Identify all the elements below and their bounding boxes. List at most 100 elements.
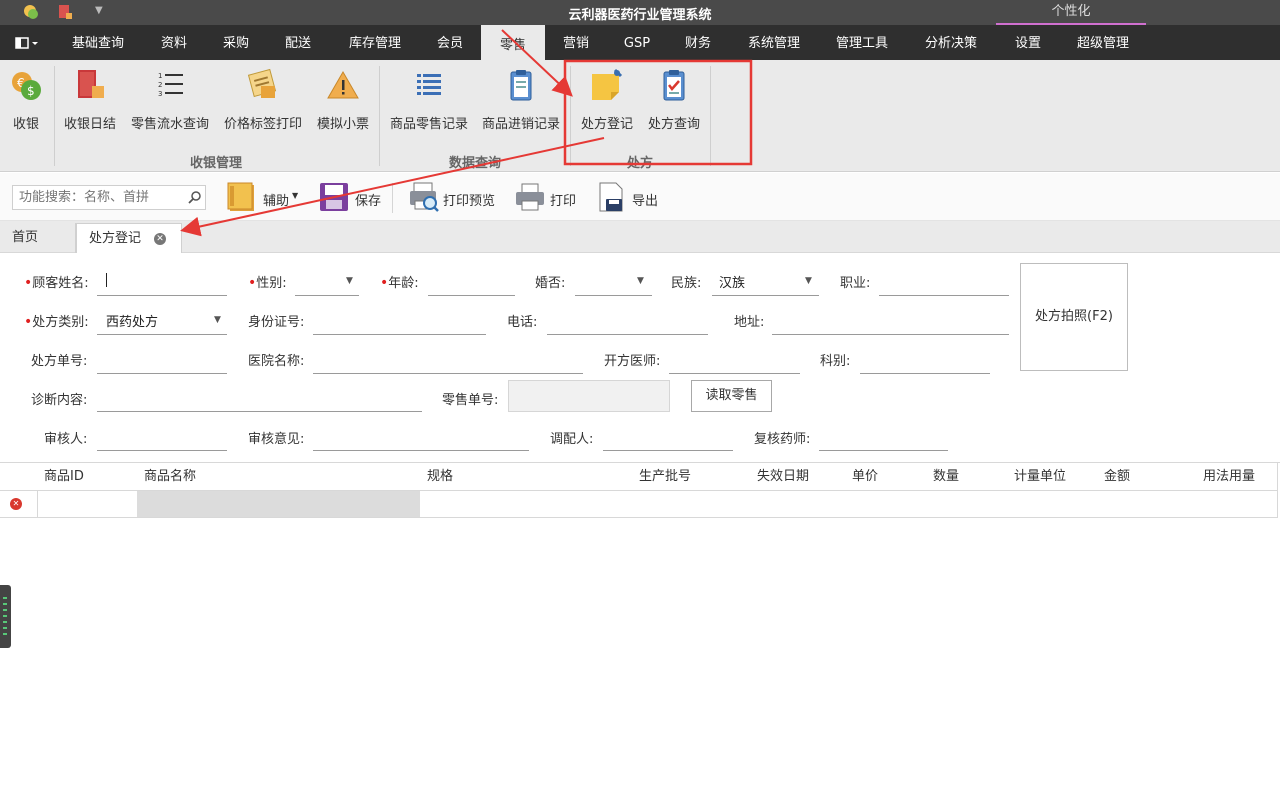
group-label-cash: 收银管理 bbox=[189, 156, 242, 171]
menu-delivery[interactable]: 配送 bbox=[272, 25, 324, 60]
menu-super-admin[interactable]: 超级管理 bbox=[1064, 25, 1142, 60]
review-opinion-input[interactable] bbox=[313, 450, 529, 451]
product-inout-record-button[interactable]: 商品进销记录 bbox=[478, 60, 564, 150]
assist-dropdown-icon: ▼ bbox=[292, 191, 299, 200]
dispenser-input[interactable] bbox=[603, 450, 733, 451]
tab-rx-register[interactable]: 处方登记 ✕ bbox=[76, 223, 182, 253]
menu-analysis[interactable]: 分析决策 bbox=[910, 25, 992, 60]
department-label: 科别: bbox=[820, 354, 851, 369]
product-retail-record-button[interactable]: 商品零售记录 bbox=[386, 60, 472, 150]
side-panel-handle[interactable] bbox=[0, 585, 11, 648]
save-button[interactable]: 保存 bbox=[318, 181, 384, 213]
col-amount[interactable]: 金额 bbox=[1097, 463, 1197, 491]
col-product-id[interactable]: 商品ID bbox=[37, 463, 138, 491]
app-menu-button[interactable] bbox=[10, 25, 44, 60]
rx-register-button[interactable]: 处方登记 bbox=[576, 60, 638, 150]
col-expiry-date[interactable]: 失效日期 bbox=[750, 463, 846, 491]
print-preview-button[interactable]: 打印预览 bbox=[408, 181, 498, 213]
cell-batch-number[interactable] bbox=[632, 491, 751, 518]
col-unit[interactable]: 计量单位 bbox=[1007, 463, 1098, 491]
rx-number-input[interactable] bbox=[97, 373, 227, 374]
menu-member[interactable]: 会员 bbox=[422, 25, 478, 60]
gender-select[interactable] bbox=[295, 295, 359, 296]
rx-query-button[interactable]: 处方查询 bbox=[644, 60, 704, 150]
handle-grip bbox=[3, 627, 7, 629]
price-label-print-button[interactable]: 价格标签打印 bbox=[220, 60, 306, 150]
ethnicity-value[interactable]: 汉族 bbox=[719, 272, 745, 291]
col-batch-number[interactable]: 生产批号 bbox=[632, 463, 751, 491]
cell-quantity[interactable] bbox=[926, 491, 1008, 518]
phone-input[interactable] bbox=[547, 334, 708, 335]
marital-label: 婚否: bbox=[535, 276, 566, 291]
svg-text:1: 1 bbox=[158, 72, 162, 80]
menu-purchase[interactable]: 采购 bbox=[210, 25, 262, 60]
col-quantity[interactable]: 数量 bbox=[926, 463, 1008, 491]
recheck-pharmacist-label: 复核药师: bbox=[754, 432, 811, 447]
tab-close-icon[interactable]: ✕ bbox=[154, 233, 166, 245]
menu-retail[interactable]: 零售 bbox=[481, 25, 545, 60]
rx-type-select[interactable] bbox=[97, 334, 227, 335]
col-spec[interactable]: 规格 bbox=[420, 463, 633, 491]
occupation-input[interactable] bbox=[879, 295, 1009, 296]
doctor-input[interactable] bbox=[669, 373, 800, 374]
tab-home[interactable]: 首页 bbox=[0, 223, 76, 253]
cell-product-id[interactable] bbox=[37, 491, 138, 518]
menu-system[interactable]: 系统管理 bbox=[734, 25, 814, 60]
read-retail-button[interactable]: 读取零售 bbox=[691, 380, 772, 412]
menu-tools[interactable]: 管理工具 bbox=[822, 25, 902, 60]
print-button[interactable]: 打印 bbox=[514, 181, 580, 213]
age-input[interactable] bbox=[428, 295, 515, 296]
rx-type-value[interactable]: 西药处方 bbox=[106, 311, 158, 330]
diagnosis-input[interactable] bbox=[97, 411, 422, 412]
cell-spec[interactable] bbox=[420, 491, 633, 518]
chevron-down-icon[interactable]: ▼ bbox=[637, 276, 644, 286]
export-button[interactable]: 导出 bbox=[596, 181, 662, 213]
col-product-name[interactable]: 商品名称 bbox=[137, 463, 421, 491]
menu-data[interactable]: 资料 bbox=[146, 25, 202, 60]
customer-name-input[interactable] bbox=[97, 295, 227, 296]
handle-grip bbox=[3, 615, 7, 617]
ribbon-separator bbox=[54, 66, 55, 166]
menu-settings[interactable]: 设置 bbox=[1002, 25, 1054, 60]
menu-basic-query[interactable]: 基础查询 bbox=[58, 25, 138, 60]
assist-button[interactable]: 辅助 ▼ bbox=[226, 181, 304, 213]
col-unit-price[interactable]: 单价 bbox=[845, 463, 927, 491]
ribbon: € $ 收银 收银日结 1 2 3 零售流水查询 价格标签打印 模拟小票 收银管… bbox=[0, 60, 1280, 172]
menu-finance[interactable]: 财务 bbox=[672, 25, 724, 60]
daily-settle-button[interactable]: 收银日结 bbox=[60, 60, 120, 150]
menu-marketing[interactable]: 营销 bbox=[550, 25, 602, 60]
row-error-icon[interactable]: ✕ bbox=[10, 498, 22, 510]
ethnicity-select[interactable] bbox=[712, 295, 819, 296]
cashier-button[interactable]: € $ 收银 bbox=[4, 60, 48, 172]
mock-ticket-button[interactable]: 模拟小票 bbox=[314, 60, 372, 150]
cell-product-name[interactable] bbox=[137, 491, 421, 518]
id-number-input[interactable] bbox=[313, 334, 486, 335]
recheck-pharmacist-input[interactable] bbox=[819, 450, 948, 451]
warning-icon bbox=[327, 70, 359, 99]
hospital-input[interactable] bbox=[313, 373, 583, 374]
department-input[interactable] bbox=[860, 373, 990, 374]
printer-icon bbox=[516, 183, 544, 211]
menu-inventory[interactable]: 库存管理 bbox=[336, 25, 414, 60]
search-icon[interactable] bbox=[188, 190, 202, 204]
marital-select[interactable] bbox=[575, 295, 652, 296]
cell-unit[interactable] bbox=[1007, 491, 1098, 518]
sticky-note-icon bbox=[592, 68, 623, 100]
cell-expiry-date[interactable] bbox=[750, 491, 846, 518]
address-input[interactable] bbox=[772, 334, 1009, 335]
cell-unit-price[interactable] bbox=[845, 491, 927, 518]
export-label: 导出 bbox=[632, 194, 659, 209]
function-search-input[interactable] bbox=[12, 185, 206, 210]
retail-flow-query-button[interactable]: 1 2 3 零售流水查询 bbox=[128, 60, 212, 150]
occupation-label: 职业: bbox=[840, 276, 871, 291]
chevron-down-icon[interactable]: ▼ bbox=[805, 276, 812, 286]
menu-gsp[interactable]: GSP bbox=[612, 25, 662, 60]
chevron-down-icon[interactable]: ▼ bbox=[214, 315, 221, 325]
rx-photo-button[interactable]: 处方拍照(F2) bbox=[1020, 263, 1128, 371]
cell-usage[interactable] bbox=[1196, 491, 1278, 518]
chevron-down-icon[interactable]: ▼ bbox=[346, 276, 353, 286]
col-usage[interactable]: 用法用量 bbox=[1196, 463, 1278, 491]
reviewer-input[interactable] bbox=[97, 450, 227, 451]
cell-amount[interactable] bbox=[1097, 491, 1197, 518]
personalize-tab[interactable]: 个性化 bbox=[996, 0, 1146, 25]
